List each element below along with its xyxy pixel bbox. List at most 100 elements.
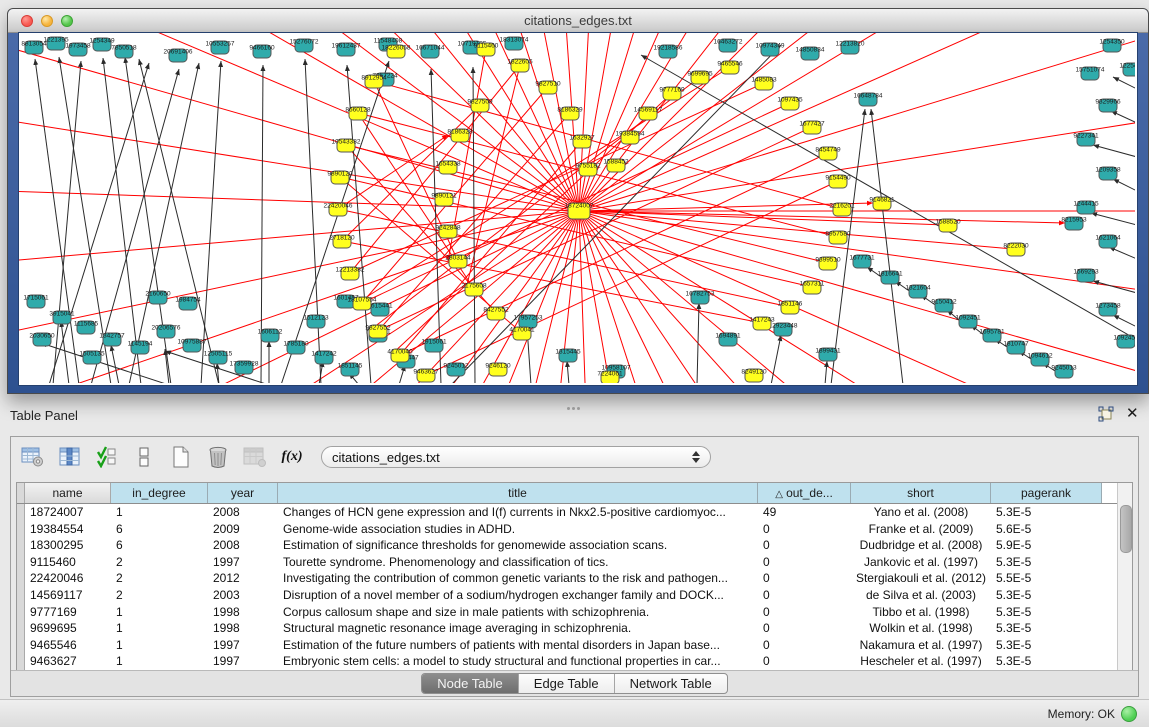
- row-header-gutter: [17, 570, 25, 587]
- column-header-in-degree[interactable]: in_degree: [111, 483, 208, 503]
- column-header-short[interactable]: short: [851, 483, 991, 503]
- network-canvas[interactable]: 8813054122139519734581254349785051820691…: [18, 32, 1138, 386]
- table-row[interactable]: 946362711997Embryonic stem cells: a mode…: [17, 653, 1117, 670]
- graph-node-label: 8454749: [815, 147, 841, 154]
- table-row[interactable]: 977716911998Corpus callosum shape and si…: [17, 604, 1117, 621]
- black-citation-edge: [1109, 247, 1135, 259]
- graph-node-label: 1785180: [283, 341, 309, 348]
- graph-node-label: 9154490: [825, 175, 851, 182]
- cell-year: 2009: [208, 521, 278, 538]
- tab-edge-table[interactable]: Edge Table: [519, 674, 615, 693]
- cell-out-de-: 0: [758, 604, 851, 621]
- red-citation-edge: [30, 33, 579, 211]
- table-row[interactable]: 2242004622012Investigating the contribut…: [17, 570, 1117, 587]
- graph-node-label: 12923448: [769, 323, 798, 330]
- graph-node-label: 9777169: [659, 87, 685, 94]
- row-header-gutter: [17, 554, 25, 571]
- show-column-icon[interactable]: [55, 443, 85, 471]
- column-header-title[interactable]: title: [278, 483, 758, 503]
- graph-node-label: 9890120: [327, 171, 353, 178]
- cell-short: Franke et al. (2009): [851, 521, 991, 538]
- new-table-icon[interactable]: [166, 443, 196, 471]
- graph-node-label: 9699695: [687, 71, 713, 78]
- graph-node-label: 1899431: [815, 348, 841, 355]
- graph-node-label: 1342757: [99, 333, 125, 340]
- select-all-icon[interactable]: [92, 443, 122, 471]
- node-table: namein_degreeyeartitle△ out_de...shortpa…: [16, 482, 1133, 673]
- table-settings-icon[interactable]: [18, 443, 48, 471]
- graph-node-label: 8427552: [483, 307, 509, 314]
- checkbox-column-icon[interactable]: [129, 443, 159, 471]
- cell-pagerank: 5.9E-5: [991, 537, 1102, 554]
- cell-year: 2008: [208, 504, 278, 521]
- graph-node-label: 1632927: [569, 135, 595, 142]
- table-row[interactable]: 1872400712008Changes of HCN gene express…: [17, 504, 1117, 521]
- graph-node-label: 9329966: [1095, 99, 1121, 106]
- cell-title: Corpus callosum shape and size in male p…: [278, 604, 758, 621]
- close-icon[interactable]: ✕: [1126, 404, 1139, 422]
- graph-node-label: 9466160: [249, 45, 275, 52]
- graph-node-label: 9399510: [815, 257, 841, 264]
- cell-in-degree: 1: [111, 604, 208, 621]
- table-panel-header: Table Panel ✕: [0, 394, 1149, 434]
- table-row[interactable]: 1938455462009Genome-wide association stu…: [17, 521, 1117, 538]
- graph-node-label: 1417243: [749, 317, 775, 324]
- graph-node-label: 1973458: [65, 43, 91, 50]
- network-window: citations_edges.txt 88130541221395197345…: [7, 8, 1149, 394]
- cell-name: 22420046: [25, 570, 111, 587]
- cell-year: 1998: [208, 604, 278, 621]
- function-builder-icon[interactable]: f(x): [277, 443, 307, 471]
- scrollbar-thumb[interactable]: [1120, 505, 1132, 553]
- graph-node-label: 9465546: [717, 61, 743, 68]
- graph-node-label: 1816641: [877, 271, 903, 278]
- table-row[interactable]: 946554611997Estimation of the future num…: [17, 637, 1117, 654]
- cell-out-de-: 0: [758, 521, 851, 538]
- graph-node-label: 4170041: [509, 327, 535, 334]
- black-citation-edge: [305, 59, 321, 383]
- graph-node-label: 15276072: [290, 39, 319, 46]
- cell-out-de-: 49: [758, 504, 851, 521]
- delete-table-icon[interactable]: [203, 443, 233, 471]
- cell-name: 9699695: [25, 620, 111, 637]
- vertical-scrollbar[interactable]: [1117, 483, 1132, 672]
- graph-node-label: 2175608: [461, 283, 487, 290]
- graph-node-label: 7224061: [597, 371, 623, 378]
- import-table-icon: [240, 443, 270, 471]
- tab-node-table[interactable]: Node Table: [422, 674, 519, 693]
- window-titlebar[interactable]: citations_edges.txt: [8, 9, 1148, 33]
- black-citation-edge: [871, 109, 903, 383]
- graph-node-label: 10543382: [332, 139, 361, 146]
- red-citation-edge: [579, 211, 945, 225]
- graph-node-label: 8222030: [1003, 243, 1029, 250]
- black-citation-edge: [1091, 213, 1135, 225]
- graph-node-label: 2030650: [29, 333, 55, 340]
- graph-node-label: 10975887: [178, 339, 207, 346]
- table-row[interactable]: 969969511998Structural magnetic resonanc…: [17, 620, 1117, 637]
- table-select-dropdown[interactable]: citations_edges.txt: [321, 446, 711, 468]
- graph-node-label: 1677427: [799, 121, 825, 128]
- red-citation-edge: [579, 33, 1135, 211]
- cell-pagerank: 5.3E-5: [991, 554, 1102, 571]
- float-icon[interactable]: [1098, 406, 1116, 422]
- cell-year: 1997: [208, 637, 278, 654]
- table-row[interactable]: 1830029562008Estimation of significance …: [17, 537, 1117, 554]
- column-header-year[interactable]: year: [208, 483, 278, 503]
- graph-node-label: 18313074: [500, 37, 529, 44]
- tab-network-table[interactable]: Network Table: [615, 674, 727, 693]
- graph-node-label: 2216201: [829, 203, 855, 210]
- red-citation-edge: [579, 33, 1135, 211]
- column-header-name[interactable]: name: [25, 483, 111, 503]
- table-row[interactable]: 911546021997Tourette syndrome. Phenomeno…: [17, 554, 1117, 571]
- cell-short: de Silva et al. (2003): [851, 587, 991, 604]
- graph-node-label: 9115460: [474, 43, 499, 50]
- graph-node-label: 1254350: [1099, 39, 1125, 46]
- cell-pagerank: 5.6E-5: [991, 521, 1102, 538]
- table-row[interactable]: 1456911722003Disruption of a novel membe…: [17, 587, 1117, 604]
- column-header-pagerank[interactable]: pagerank: [991, 483, 1102, 503]
- black-citation-edge: [1093, 281, 1135, 293]
- black-citation-edge: [1113, 315, 1135, 327]
- cell-year: 2008: [208, 537, 278, 554]
- graph-node-label: 19384554: [616, 131, 645, 138]
- citation-network-graph[interactable]: 8813054122139519734581254349785051820691…: [19, 33, 1135, 383]
- column-header-out-de-[interactable]: △ out_de...: [758, 483, 851, 503]
